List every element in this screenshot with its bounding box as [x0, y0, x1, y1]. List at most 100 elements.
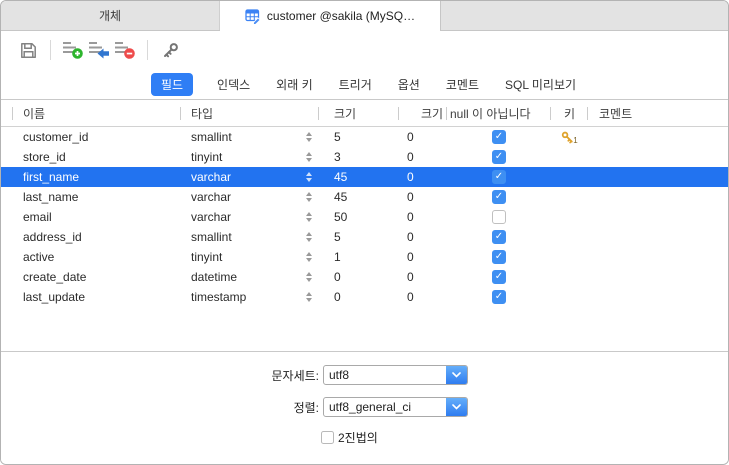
type-spinner[interactable] [306, 292, 312, 302]
field-type-cell[interactable]: tinyint [181, 247, 319, 267]
table-row[interactable]: active tinyint 1 0 [1, 247, 728, 267]
tab-objects[interactable]: 개체 [1, 1, 220, 30]
type-spinner[interactable] [306, 232, 312, 242]
not-null-checkbox[interactable] [492, 210, 506, 224]
field-size-cell[interactable]: 45 [319, 167, 399, 187]
field-scale-cell[interactable]: 0 [399, 207, 447, 227]
not-null-checkbox[interactable] [492, 150, 506, 164]
collation-dropdown[interactable]: utf8_general_ci [323, 397, 468, 417]
view-tab-3[interactable]: 트리거 [337, 73, 374, 96]
field-comment-cell[interactable] [588, 187, 728, 207]
field-comment-cell[interactable] [588, 287, 728, 307]
field-name-cell[interactable]: active [13, 247, 181, 267]
not-null-checkbox[interactable] [492, 270, 506, 284]
view-tab-6[interactable]: SQL 미리보기 [503, 73, 578, 96]
field-type-cell[interactable]: varchar [181, 167, 319, 187]
field-type-cell[interactable]: tinyint [181, 147, 319, 167]
field-type-cell[interactable]: varchar [181, 187, 319, 207]
field-size-cell[interactable]: 3 [319, 147, 399, 167]
not-null-checkbox[interactable] [492, 130, 506, 144]
field-comment-cell[interactable] [588, 127, 728, 147]
type-spinner[interactable] [306, 132, 312, 142]
table-row[interactable]: first_name varchar 45 0 [1, 167, 728, 187]
field-name-cell[interactable]: address_id [13, 227, 181, 247]
field-type-cell[interactable]: datetime [181, 267, 319, 287]
field-type-cell[interactable]: varchar [181, 207, 319, 227]
field-type-cell[interactable]: timestamp [181, 287, 319, 307]
chevron-down-icon[interactable] [446, 398, 467, 416]
field-comment-cell[interactable] [588, 227, 728, 247]
field-scale-cell[interactable]: 0 [399, 247, 447, 267]
field-size-cell[interactable]: 0 [319, 287, 399, 307]
binary-checkbox[interactable] [321, 431, 334, 444]
table-row[interactable]: store_id tinyint 3 0 [1, 147, 728, 167]
field-name-cell[interactable]: create_date [13, 267, 181, 287]
type-spinner[interactable] [306, 252, 312, 262]
save-button[interactable] [15, 37, 41, 63]
table-row[interactable]: customer_id smallint 50 1 [1, 127, 728, 147]
field-name-cell[interactable]: last_name [13, 187, 181, 207]
chevron-down-icon[interactable] [446, 366, 467, 384]
table-row[interactable]: create_date datetime 0 0 [1, 267, 728, 287]
field-size-cell[interactable]: 0 [319, 267, 399, 287]
field-name-cell[interactable]: customer_id [13, 127, 181, 147]
field-comment-cell[interactable] [588, 147, 728, 167]
field-size-cell[interactable]: 5 [319, 127, 399, 147]
type-spinner[interactable] [306, 192, 312, 202]
tab-customer-table[interactable]: customer @sakila (MySQ… [220, 1, 441, 31]
primary-key-button[interactable] [157, 37, 183, 63]
col-not-null[interactable]: null 이 아닙니다 [447, 100, 551, 126]
field-scale-cell[interactable]: 0 [399, 167, 447, 187]
type-spinner[interactable] [306, 272, 312, 282]
col-comment[interactable]: 코멘트 [588, 100, 728, 126]
field-name-cell[interactable]: email [13, 207, 181, 227]
col-name[interactable]: 이름 [13, 100, 181, 126]
gutter-header[interactable] [1, 100, 13, 126]
table-row[interactable]: last_update timestamp 0 0 [1, 287, 728, 307]
field-size-cell[interactable]: 45 [319, 187, 399, 207]
col-size2[interactable]: 크기 [399, 100, 447, 126]
table-row[interactable]: email varchar 50 0 [1, 207, 728, 227]
field-scale-cell[interactable]: 0 [399, 227, 447, 247]
field-comment-cell[interactable] [588, 267, 728, 287]
field-name-cell[interactable]: store_id [13, 147, 181, 167]
insert-field-button[interactable] [86, 37, 112, 63]
table-row[interactable]: address_id smallint 5 0 [1, 227, 728, 247]
col-size[interactable]: 크기 [319, 100, 399, 126]
view-tab-1[interactable]: 인덱스 [215, 73, 252, 96]
charset-dropdown[interactable]: utf8 [323, 365, 468, 385]
field-size-cell[interactable]: 5 [319, 227, 399, 247]
type-spinner[interactable] [306, 172, 312, 182]
not-null-checkbox[interactable] [492, 170, 506, 184]
field-scale-cell[interactable]: 0 [399, 147, 447, 167]
type-spinner[interactable] [306, 212, 312, 222]
field-size-cell[interactable]: 50 [319, 207, 399, 227]
not-null-checkbox[interactable] [492, 230, 506, 244]
field-scale-cell[interactable]: 0 [399, 187, 447, 207]
field-name-cell[interactable]: first_name [13, 167, 181, 187]
table-row[interactable]: last_name varchar 45 0 [1, 187, 728, 207]
col-key[interactable]: 키 [551, 100, 588, 126]
not-null-checkbox[interactable] [492, 250, 506, 264]
field-scale-cell[interactable]: 0 [399, 127, 447, 147]
field-comment-cell[interactable] [588, 247, 728, 267]
field-scale-cell[interactable]: 0 [399, 287, 447, 307]
field-type-cell[interactable]: smallint [181, 127, 319, 147]
not-null-checkbox[interactable] [492, 290, 506, 304]
add-field-button[interactable] [60, 37, 86, 63]
view-tab-5[interactable]: 코멘트 [444, 73, 481, 96]
field-scale-cell[interactable]: 0 [399, 267, 447, 287]
field-name-cell[interactable]: last_update [13, 287, 181, 307]
col-type[interactable]: 타입 [181, 100, 319, 126]
view-tab-4[interactable]: 옵션 [396, 73, 422, 96]
field-comment-cell[interactable] [588, 167, 728, 187]
view-tab-2[interactable]: 외래 키 [274, 73, 314, 96]
not-null-checkbox[interactable] [492, 190, 506, 204]
field-type-cell[interactable]: smallint [181, 227, 319, 247]
spinner-up-icon [306, 272, 312, 276]
view-tab-0[interactable]: 필드 [150, 72, 194, 96]
field-size-cell[interactable]: 1 [319, 247, 399, 267]
type-spinner[interactable] [306, 152, 312, 162]
field-comment-cell[interactable] [588, 207, 728, 227]
delete-field-button[interactable] [112, 37, 138, 63]
